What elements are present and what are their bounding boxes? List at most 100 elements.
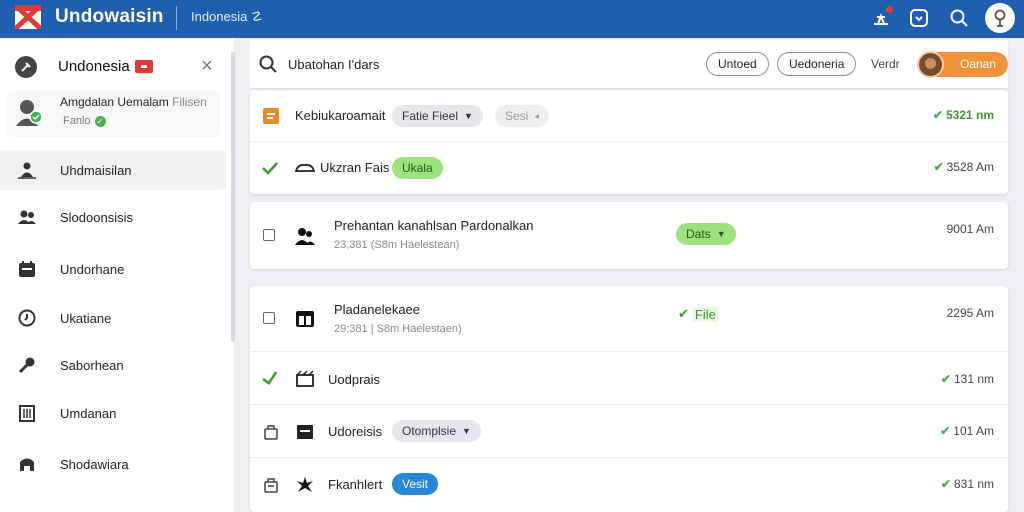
row-time: ✔ 3528 Am xyxy=(934,160,994,174)
search-bar: Untoed Uedoneria Verdr Oanan xyxy=(250,40,1008,88)
search-icon[interactable] xyxy=(946,5,972,31)
sidebar-item-wrench[interactable]: Saborhean xyxy=(0,345,226,385)
table-row[interactable]: Ukzran Fais Ukala ✔ 3528 Am xyxy=(250,142,1008,194)
row-time: ✔ 831 nm xyxy=(941,477,994,491)
profile-button[interactable]: Oanan xyxy=(917,51,1008,78)
chip-label: Otomplsie xyxy=(402,424,457,438)
secondary-chip[interactable]: Sesi ◂ xyxy=(495,105,549,127)
verified-icon: ✓ xyxy=(94,115,106,127)
top-bar: Undowaisin Indonesia ☡ xyxy=(0,0,1024,38)
table-row[interactable]: Fkanhlert Vesit ✔ 831 nm xyxy=(250,458,1008,512)
row-subtitle: 23,381 (S8m Haelestean) xyxy=(334,239,460,251)
row-title: Udoreisis xyxy=(328,424,383,439)
chevron-down-icon: ▼ xyxy=(464,111,473,121)
row-time-label: 131 nm xyxy=(953,372,994,386)
sidebar-item-label: Shodawiara xyxy=(60,456,129,472)
row-time-label: 5321 nm xyxy=(945,108,994,122)
profile-label: Oanan xyxy=(960,57,997,71)
top-divider xyxy=(176,6,177,30)
cloud-icon xyxy=(294,157,316,179)
row-subtitle: 29:381 | S8m Haelestaen) xyxy=(334,323,462,335)
user-name-suffix: Filisen xyxy=(172,95,207,109)
row-checkbox[interactable] xyxy=(263,312,275,324)
table-icon xyxy=(294,308,316,330)
status-chip[interactable]: Dats ▼ xyxy=(676,223,736,245)
row-time-label: 101 Am xyxy=(953,424,994,438)
row-title: Pladanelekaee xyxy=(334,302,421,317)
check-icon[interactable] xyxy=(260,368,280,388)
sidebar-item-archive[interactable]: Shodawiara xyxy=(0,444,226,484)
row-time: 2295 Am xyxy=(946,306,994,320)
table-row[interactable]: Uodprais ✔ 131 nm xyxy=(250,352,1008,405)
status-chip[interactable]: Fatie Fieel ▼ xyxy=(392,105,483,127)
table-row[interactable]: Prehantan kanahlsan Pardonalkan 23,381 (… xyxy=(250,202,1008,269)
sidebar-item-group[interactable]: Slodoonsisis xyxy=(0,197,226,237)
status-chip[interactable]: Vesit xyxy=(392,473,439,495)
table-row[interactable]: Kebiukaroamait Fatie Fieel ▼ Sesi ◂ ✔ 5321 … xyxy=(250,90,1008,142)
search-input[interactable] xyxy=(288,54,588,74)
sidebar-item-label: Uhdmaisilan xyxy=(60,162,132,178)
sidebar-item-label: Slodoonsisis xyxy=(60,209,133,225)
row-title: Ukzran Fais xyxy=(320,160,390,175)
sidebar-scrollbar[interactable] xyxy=(231,52,235,342)
inbox-icon xyxy=(294,421,316,443)
sidebar-item-label: Umdanan xyxy=(60,405,117,421)
building-icon xyxy=(17,403,37,423)
close-icon[interactable]: × xyxy=(201,56,213,76)
film-icon xyxy=(294,368,316,390)
sidebar-item-clock[interactable]: Ukatiane xyxy=(0,298,226,338)
table-row[interactable]: Udoreisis Otomplsie ▼ ✔ 101 Am xyxy=(250,405,1008,458)
chip-label: Dats xyxy=(686,227,711,241)
filter-button-2[interactable]: Uedoneria xyxy=(777,52,857,76)
notification-icon[interactable] xyxy=(868,5,894,31)
filter-button-1[interactable]: Untoed xyxy=(706,52,769,76)
profile-photo xyxy=(917,51,944,78)
user-status-label: Fanlo xyxy=(63,115,91,127)
check-icon: ✔ xyxy=(933,160,944,174)
row-checkbox[interactable] xyxy=(263,229,275,241)
app-title: Undowaisin xyxy=(55,6,164,27)
check-icon: ✔ xyxy=(940,372,951,386)
status-chip[interactable]: Ukala xyxy=(392,157,443,179)
sidebar-item-label: Ukatiane xyxy=(60,310,112,326)
search-icon[interactable] xyxy=(258,54,278,74)
bag-icon xyxy=(260,421,282,443)
check-icon: ✔ xyxy=(932,108,943,122)
flag-logo-icon[interactable] xyxy=(15,5,41,29)
sidebar-item-label: Saborhean xyxy=(60,357,124,373)
row-title: Uodprais xyxy=(328,372,381,387)
chevron-icon: ◂ xyxy=(534,111,539,121)
document-icon xyxy=(260,105,282,127)
row-title: Fkanhlert xyxy=(328,477,383,492)
table-row[interactable]: Pladanelekaee 29:381 | S8m Haelestaen) ✔… xyxy=(250,286,1008,352)
verdr-link[interactable]: Verdr xyxy=(871,57,900,71)
row-time: 9001 Am xyxy=(946,222,994,236)
people-icon xyxy=(294,225,316,247)
row-title: Prehantan kanahlsan Pardonalkan xyxy=(334,218,534,233)
sidebar-item-calendar[interactable]: Undorhane xyxy=(0,249,226,289)
user-name: Amgdalan Uemalam Filisen xyxy=(60,95,207,109)
notification-badge xyxy=(886,6,893,13)
status-chip[interactable]: Otomplsie ▼ xyxy=(392,420,481,442)
sidebar-item-people[interactable]: Uhdmaisilan xyxy=(0,150,226,190)
sidebar-item-label: Undorhane xyxy=(60,261,125,277)
archive-icon xyxy=(17,454,37,474)
user-avatar[interactable] xyxy=(985,3,1015,33)
user-card[interactable]: Amgdalan Uemalam Filisen Fanlo ✓ xyxy=(6,91,220,137)
sidebar-title: Undonesia xyxy=(58,58,130,75)
chevron-down-icon: ▼ xyxy=(716,229,726,239)
clock-icon xyxy=(17,308,37,328)
sidebar-item-building[interactable]: Umdanan xyxy=(0,393,226,433)
check-icon[interactable] xyxy=(261,159,279,177)
row-time-label: 3528 Am xyxy=(946,160,994,174)
sidebar: Undonesia × Amgdalan Uemalam Filisen Fan… xyxy=(0,38,234,512)
group-icon xyxy=(17,207,37,227)
chat-icon[interactable] xyxy=(906,5,932,31)
list-card-3: Pladanelekaee 29:381 | S8m Haelestaen) ✔… xyxy=(250,286,1008,512)
chip-label: Sesi xyxy=(505,109,529,123)
country-flag-icon xyxy=(135,60,153,73)
leaf-icon xyxy=(294,474,316,496)
row-title: Kebiukaroamait xyxy=(295,108,386,123)
country-selector[interactable]: Indonesia ☡ xyxy=(191,9,263,25)
list-card-1: Kebiukaroamait Fatie Fieel ▼ Sesi ◂ ✔ 5321 … xyxy=(250,90,1008,194)
